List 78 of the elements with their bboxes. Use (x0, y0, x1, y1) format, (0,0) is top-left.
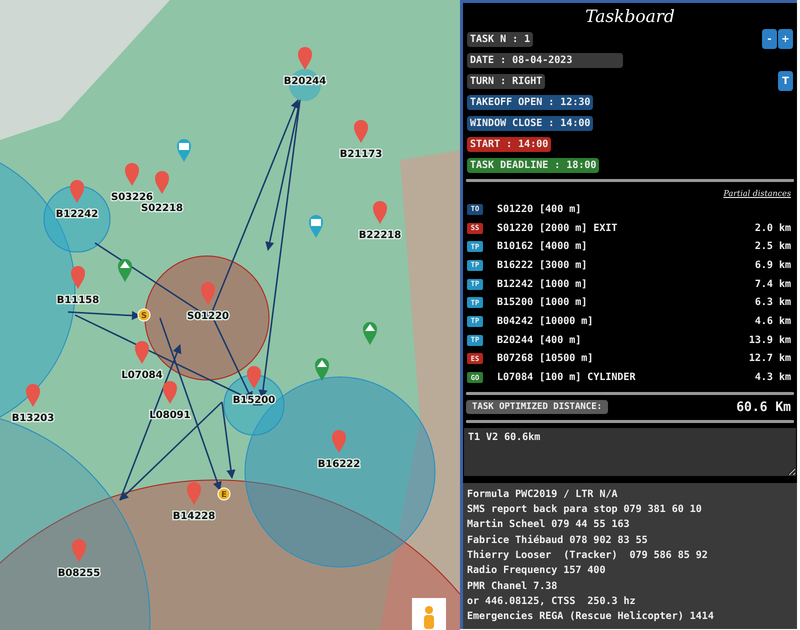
turnpoint-name: L07084 [100 m] CYLINDER (497, 372, 636, 384)
turnpoint-name: S01220 [400 m] (497, 204, 582, 215)
waypoint-label: B13203 (12, 413, 54, 424)
waypoint-label: B16222 (318, 459, 360, 470)
map-pin-icon[interactable] (354, 120, 368, 143)
waypoint-label: S01220 (187, 311, 229, 322)
map-pin-icon[interactable] (201, 282, 215, 305)
map-pin-icon[interactable] (125, 163, 139, 186)
map-pin-icon[interactable] (155, 171, 169, 194)
waypoint-label: B20244 (284, 76, 326, 87)
task-info-label: DATE : 08-04-2023 (467, 52, 623, 68)
partial-distance: 13.9 km (748, 334, 791, 346)
info-line: or 446.08125, CTSS 250.3 hz (467, 596, 637, 607)
waypoint-label: B14228 (172, 511, 216, 522)
stepper-button[interactable]: - (762, 29, 777, 49)
turnpoint-name: B15200 [1000 m] (497, 297, 588, 308)
map-pin-icon[interactable] (71, 266, 85, 289)
info-line: Emergencies REGA (Rescue Helicopter) 1414 (467, 611, 715, 622)
mountain-pin-icon (315, 358, 329, 381)
turnpoint-name: S01220 [2000 m] EXIT (497, 222, 618, 234)
map-pin-icon[interactable] (163, 381, 177, 404)
task-info-label: TAKEOFF OPEN : 12:30 (467, 94, 594, 110)
partial-distance: 7.4 km (754, 278, 791, 290)
mountain-pin-icon (118, 259, 132, 282)
partial-distance: 2.5 km (754, 241, 791, 252)
waypoint-label: B08255 (58, 568, 100, 579)
camera-pin-icon (309, 215, 323, 238)
info-line: Thierry Looser (Tracker) 079 586 85 92 (467, 550, 709, 562)
partial-distance: 4.3 km (754, 372, 791, 384)
partial-distance: 12.7 km (748, 353, 791, 364)
waypoint-label: B21173 (340, 149, 382, 160)
info-line: Radio Frequency 157 400 (467, 565, 606, 576)
waypoint-label: L07084 (121, 370, 163, 381)
partial-distance: 4.6 km (754, 316, 791, 327)
partial-distances-heading: Partial distances (722, 188, 792, 200)
task-info-label: START : 14:00 (467, 136, 552, 152)
info-line: PMR Chanel 7.38 (467, 580, 558, 592)
camera-pin-icon (177, 139, 191, 162)
turnpoint-name: B12242 [1000 m] (497, 278, 588, 290)
waypoint-label: B12242 (56, 209, 98, 220)
partial-distance: 2.0 km (754, 222, 791, 234)
info-line: Formula PWC2019 / LTR N/A (467, 488, 619, 500)
taskboard-title: Taskboard (584, 6, 676, 29)
map-pin-icon[interactable] (332, 430, 346, 453)
map-pin-icon[interactable] (247, 366, 261, 389)
map-pin-icon[interactable] (373, 201, 387, 224)
map-pin-icon[interactable] (72, 539, 86, 562)
waypoint-label: S03226 (111, 192, 153, 203)
map-pin-icon[interactable] (187, 482, 201, 505)
turnpoint-name: B16222 [3000 m] (497, 260, 588, 271)
mountain-pin-icon (363, 322, 377, 345)
partial-distance: 6.9 km (754, 260, 791, 271)
pegman-icon[interactable] (412, 598, 446, 630)
route-marker-letter: S (141, 311, 147, 320)
turn-button[interactable]: T (778, 71, 793, 91)
task-info-label: TASK N : 1 (467, 32, 534, 46)
task-info-label: TURN : RIGHT (467, 74, 546, 88)
map-pin-icon[interactable] (298, 47, 312, 70)
turnpoint-name: B20244 [400 m] (497, 334, 582, 346)
task-info-label: TASK DEADLINE : 18:00 (467, 158, 600, 172)
partial-distance: 6.3 km (754, 297, 791, 308)
task-info-label: WINDOW CLOSE : 14:00 (467, 116, 594, 130)
turnpoint-name: B10162 [4000 m] (497, 241, 588, 252)
map-pin-icon[interactable] (135, 341, 149, 364)
total-distance-value: 60.6 Km (736, 400, 791, 415)
notes-field[interactable]: T1 V2 60.6km (464, 428, 796, 476)
info-line: SMS report back para stop 079 381 60 10 (467, 504, 703, 516)
map-pin-icon[interactable] (70, 180, 84, 203)
stepper-button[interactable]: + (778, 29, 793, 49)
info-line: Fabrice Thiébaud 078 902 83 55 (467, 534, 649, 546)
route-marker-letter: E (221, 490, 227, 499)
waypoint-label: B22218 (358, 230, 402, 241)
waypoint-label: S02218 (141, 203, 183, 214)
info-line: Martin Scheel 079 44 55 163 (467, 519, 631, 530)
turnpoint-name: B07268 [10500 m] (497, 353, 594, 364)
turnpoint-name: B04242 [10000 m] (497, 316, 594, 327)
total-distance-label: TASK OPTIMIZED DISTANCE: (466, 400, 608, 414)
map-pin-icon[interactable] (26, 384, 40, 407)
